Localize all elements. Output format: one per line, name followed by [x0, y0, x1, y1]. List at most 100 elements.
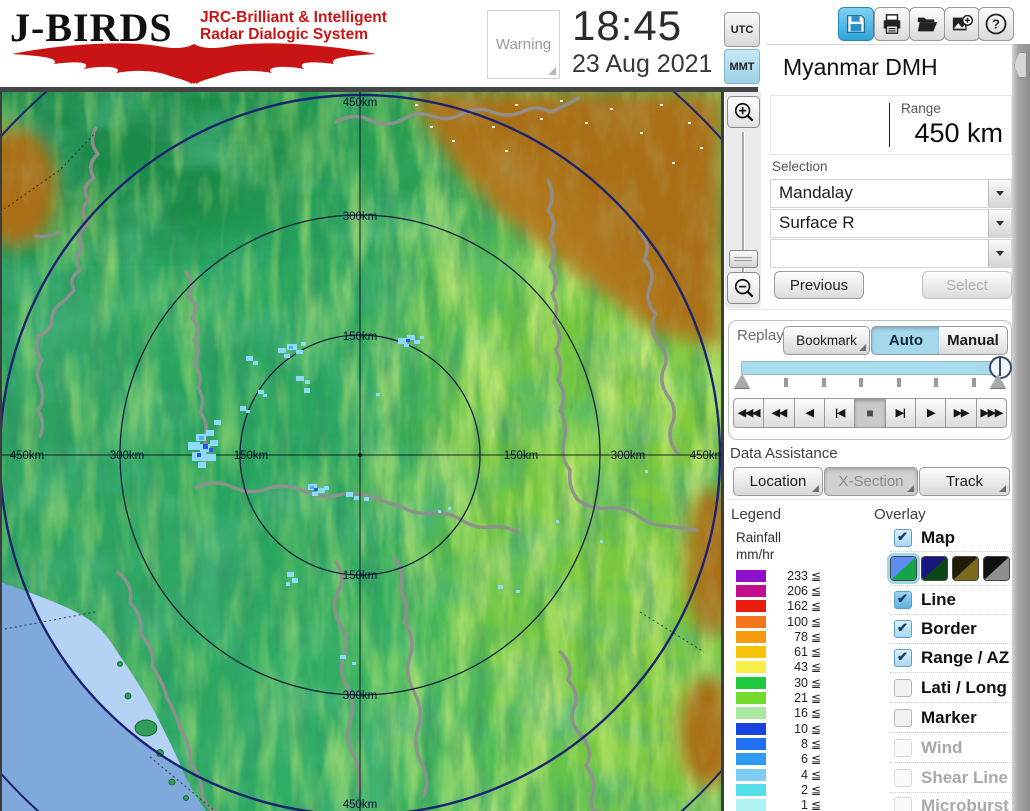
- slider-tick: [822, 378, 826, 387]
- panel-collapse-strip[interactable]: [1012, 44, 1030, 811]
- range-display: Range 450 km: [770, 95, 1012, 155]
- warning-panel[interactable]: Warning: [487, 10, 560, 79]
- line-checkbox[interactable]: [894, 591, 912, 609]
- product-dropdown[interactable]: Surface R: [770, 209, 1012, 238]
- mmt-toggle-button[interactable]: MMT: [724, 49, 760, 84]
- map-style-row: [890, 552, 1012, 586]
- legend-swatch: [736, 707, 766, 719]
- station-title: Myanmar DMH: [783, 54, 938, 81]
- fast-rewind-button[interactable]: ◀◀◀: [733, 398, 764, 428]
- save-icon: [845, 13, 867, 35]
- zoom-in-button[interactable]: [727, 96, 760, 128]
- range-value: 450 km: [914, 118, 1003, 149]
- track-button[interactable]: Track: [919, 467, 1010, 496]
- play-button[interactable]: ▶: [915, 398, 946, 428]
- clock-time: 18:45: [572, 2, 682, 50]
- site-dropdown[interactable]: Mandalay: [770, 179, 1012, 208]
- export-image-button[interactable]: [944, 7, 980, 41]
- overlay-title: Overlay: [874, 506, 926, 523]
- legend-swatch: [736, 784, 766, 796]
- select-button: Select: [922, 271, 1012, 299]
- utc-toggle-button[interactable]: UTC: [724, 12, 760, 47]
- fast-forward-button[interactable]: ▶▶: [945, 398, 976, 428]
- map-style-swatch-1[interactable]: [890, 556, 917, 581]
- bookmark-button[interactable]: Bookmark: [783, 326, 870, 355]
- svg-text:450km: 450km: [690, 450, 721, 462]
- playback-controls: ◀◀◀ ◀◀ ◀ |◀ ■ ▶| ▶ ▶▶ ▶▶▶: [733, 398, 1007, 428]
- legend-swatch: [736, 677, 766, 689]
- legend-swatch: [736, 738, 766, 750]
- range-divider: [889, 103, 890, 147]
- legend-row: 206≦: [736, 583, 866, 598]
- product-dropdown-arrow[interactable]: [988, 210, 1011, 237]
- map-style-swatch-4[interactable]: [983, 556, 1010, 581]
- svg-text:?: ?: [992, 17, 1000, 32]
- overlay-row-map: Map: [890, 524, 1012, 552]
- legend-row: 10≦: [736, 721, 866, 736]
- collapse-arrow-icon[interactable]: [1014, 52, 1027, 78]
- add-image-icon: [951, 13, 973, 35]
- legend-row: 78≦: [736, 629, 866, 644]
- svg-text:300km: 300km: [110, 450, 145, 462]
- legend-swatch: [736, 692, 766, 704]
- map-style-swatch-2[interactable]: [921, 556, 948, 581]
- option-dropdown-arrow[interactable]: [988, 240, 1011, 267]
- lati-long-checkbox[interactable]: [894, 679, 912, 697]
- replay-panel: Replay Bookmark Auto Manual ◀◀◀ ◀◀ ◀ |◀ …: [728, 320, 1012, 440]
- overlay-row-marker: Marker: [890, 703, 1012, 733]
- rewind-button[interactable]: ◀◀: [763, 398, 794, 428]
- help-icon: ?: [984, 12, 1008, 36]
- border-checkbox[interactable]: [894, 620, 912, 638]
- range-az-checkbox[interactable]: [894, 649, 912, 667]
- zoom-out-icon: [733, 277, 755, 299]
- overlay-row-range-az: Range / AZ: [890, 644, 1012, 673]
- auto-mode-button[interactable]: Auto: [871, 326, 941, 355]
- legend-swatch: [736, 570, 766, 582]
- radar-map-canvas[interactable]: 450km 300km 150km 150km 300km 450km 450k…: [0, 92, 721, 811]
- svg-text:150km: 150km: [504, 450, 539, 462]
- play-reverse-button[interactable]: ◀: [794, 398, 825, 428]
- legend-row: 8≦: [736, 736, 866, 751]
- fastest-forward-button[interactable]: ▶▶▶: [976, 398, 1007, 428]
- slider-end-marker[interactable]: [990, 374, 1006, 388]
- legend-row: 21≦: [736, 690, 866, 705]
- slider-tick: [934, 378, 938, 387]
- print-button[interactable]: [874, 7, 910, 41]
- stop-button[interactable]: ■: [854, 398, 885, 428]
- legend-row: 16≦: [736, 706, 866, 721]
- zoom-slider-handle[interactable]: [729, 250, 758, 268]
- legend-swatch: [736, 631, 766, 643]
- step-back-button[interactable]: |◀: [824, 398, 855, 428]
- marker-checkbox[interactable]: [894, 709, 912, 727]
- help-button[interactable]: ?: [978, 7, 1014, 41]
- legend-swatch: [736, 723, 766, 735]
- slider-start-marker[interactable]: [734, 374, 750, 388]
- overlay-row-microburst: Microburst: [890, 793, 1012, 811]
- slider-tick: [897, 378, 901, 387]
- svg-text:450km: 450km: [10, 450, 45, 462]
- jbirds-radar-window: { "header": { "logo": { "title": "J-BIRD…: [0, 0, 1030, 811]
- legend-row: 30≦: [736, 675, 866, 690]
- xsection-button: X-Section: [824, 467, 918, 496]
- previous-button[interactable]: Previous: [774, 271, 864, 299]
- manual-mode-button[interactable]: Manual: [939, 326, 1008, 355]
- open-file-button[interactable]: [909, 7, 945, 41]
- replay-label: Replay: [737, 327, 784, 344]
- zoom-in-icon: [733, 101, 755, 123]
- map-checkbox[interactable]: [894, 529, 912, 547]
- legend-swatch: [736, 753, 766, 765]
- product-dropdown-value: Surface R: [779, 213, 855, 233]
- map-style-swatch-3[interactable]: [952, 556, 979, 581]
- step-forward-button[interactable]: ▶|: [885, 398, 916, 428]
- eagle-logo-icon: [8, 40, 380, 89]
- legend-row: 4≦: [736, 767, 866, 782]
- selection-label: Selection: [772, 159, 828, 174]
- legend-swatch: [736, 600, 766, 612]
- overlay-row-wind: Wind: [890, 733, 1012, 763]
- option-dropdown[interactable]: [770, 239, 1012, 268]
- location-button[interactable]: Location: [733, 467, 823, 496]
- site-dropdown-arrow[interactable]: [988, 180, 1011, 207]
- zoom-out-button[interactable]: [727, 272, 760, 304]
- replay-slider-track[interactable]: [741, 361, 1001, 375]
- save-button[interactable]: [838, 7, 874, 41]
